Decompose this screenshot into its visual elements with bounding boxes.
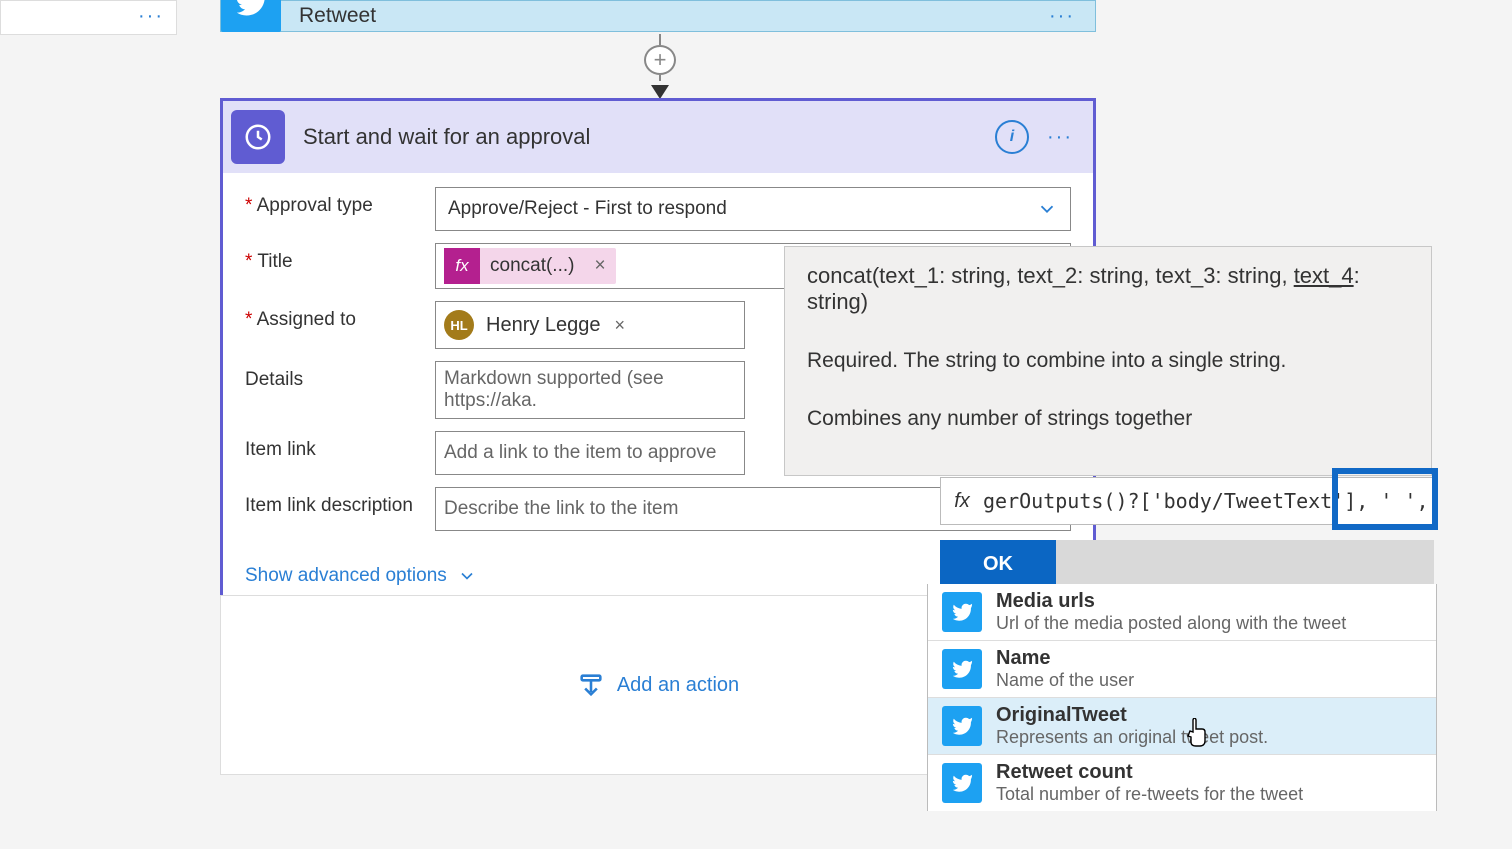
dynamic-item-name: Retweet count: [996, 761, 1303, 784]
ellipsis-icon[interactable]: ···: [1049, 5, 1075, 28]
flow-connector: +: [650, 34, 670, 99]
details-label: Details: [245, 361, 435, 391]
dynamic-item-original-tweet[interactable]: OriginalTweet Represents an original twe…: [928, 697, 1436, 754]
expression-tooltip: concat(text_1: string, text_2: string, t…: [784, 246, 1432, 476]
dynamic-item-name: Media urls: [996, 590, 1346, 613]
item-link-input[interactable]: Add a link to the item to approve: [435, 431, 745, 475]
approval-icon: [231, 110, 285, 164]
twitter-icon: [942, 706, 982, 746]
chevron-down-icon: [1036, 198, 1058, 220]
approval-header[interactable]: Start and wait for an approval i ···: [223, 101, 1093, 173]
item-link-desc-label: Item link description: [245, 487, 435, 517]
dynamic-item-name: Name: [996, 647, 1134, 670]
show-advanced-label: Show advanced options: [245, 565, 447, 587]
expression-chip[interactable]: fx concat(...) ×: [444, 248, 616, 284]
details-input[interactable]: Markdown supported (see https://aka.: [435, 361, 745, 419]
add-action-icon: [577, 671, 605, 699]
tooltip-required-text: Required. The string to combine into a s…: [807, 349, 1409, 373]
dynamic-item-name[interactable]: Name Name of the user: [928, 640, 1436, 697]
twitter-icon: [221, 0, 281, 32]
dynamic-item-desc: Total number of re-tweets for the tweet: [996, 784, 1303, 805]
info-icon[interactable]: i: [995, 120, 1029, 154]
assigned-to-input[interactable]: HL Henry Legge ×: [435, 301, 745, 349]
twitter-icon: [942, 649, 982, 689]
expression-input-bar[interactable]: fx gerOutputs()?['body/TweetText'], ' ',: [940, 477, 1434, 525]
remove-chip-icon[interactable]: ×: [584, 255, 615, 277]
dynamic-item-desc: Represents an original tweet post.: [996, 727, 1268, 748]
add-action-label: Add an action: [617, 674, 739, 697]
chevron-down-icon: [457, 566, 477, 586]
twitter-icon: [942, 592, 982, 632]
retweet-action-card[interactable]: Retweet ···: [220, 0, 1096, 32]
dynamic-content-list: Media urls Url of the media posted along…: [927, 584, 1437, 811]
dynamic-item-desc: Name of the user: [996, 670, 1134, 691]
dynamic-item-media-urls[interactable]: Media urls Url of the media posted along…: [928, 584, 1436, 640]
dynamic-item-name: OriginalTweet: [996, 704, 1268, 727]
item-link-placeholder: Add a link to the item to approve: [444, 442, 717, 464]
fx-icon: fx: [444, 248, 480, 284]
item-link-label: Item link: [245, 431, 435, 461]
arrow-down-icon: [651, 85, 669, 99]
item-link-desc-placeholder: Describe the link to the item: [444, 498, 678, 520]
approval-type-label: Approval type: [245, 187, 435, 217]
tooltip-signature: concat(text_1: string, text_2: string, t…: [807, 263, 1409, 315]
expression-actions: OK: [940, 540, 1434, 588]
ok-button[interactable]: OK: [940, 540, 1056, 588]
dynamic-item-desc: Url of the media posted along with the t…: [996, 613, 1346, 634]
title-label: Title: [245, 243, 435, 273]
assigned-to-label: Assigned to: [245, 301, 435, 331]
approval-type-select[interactable]: Approve/Reject - First to respond: [435, 187, 1071, 231]
avatar: HL: [444, 310, 474, 340]
ellipsis-icon[interactable]: ···: [1047, 126, 1073, 149]
expression-chip-text: concat(...): [480, 255, 584, 277]
details-placeholder: Markdown supported (see https://aka.: [444, 368, 736, 412]
left-partial-card: ···: [0, 0, 177, 35]
fx-icon: fx: [941, 490, 983, 513]
tooltip-description: Combines any number of strings together: [807, 407, 1409, 431]
add-step-icon[interactable]: +: [644, 45, 676, 75]
retweet-title: Retweet: [299, 4, 376, 28]
remove-person-icon[interactable]: ×: [615, 315, 626, 336]
dynamic-item-retweet-count[interactable]: Retweet count Total number of re-tweets …: [928, 754, 1436, 811]
twitter-icon: [942, 763, 982, 803]
person-name: Henry Legge: [486, 314, 601, 337]
expression-text[interactable]: gerOutputs()?['body/TweetText'], ' ',: [983, 489, 1433, 513]
approval-type-value: Approve/Reject - First to respond: [448, 198, 727, 220]
ellipsis-icon[interactable]: ···: [138, 5, 164, 28]
approval-title: Start and wait for an approval: [303, 124, 995, 150]
add-action-button[interactable]: Add an action: [577, 671, 739, 699]
person-chip[interactable]: HL Henry Legge ×: [444, 306, 625, 344]
